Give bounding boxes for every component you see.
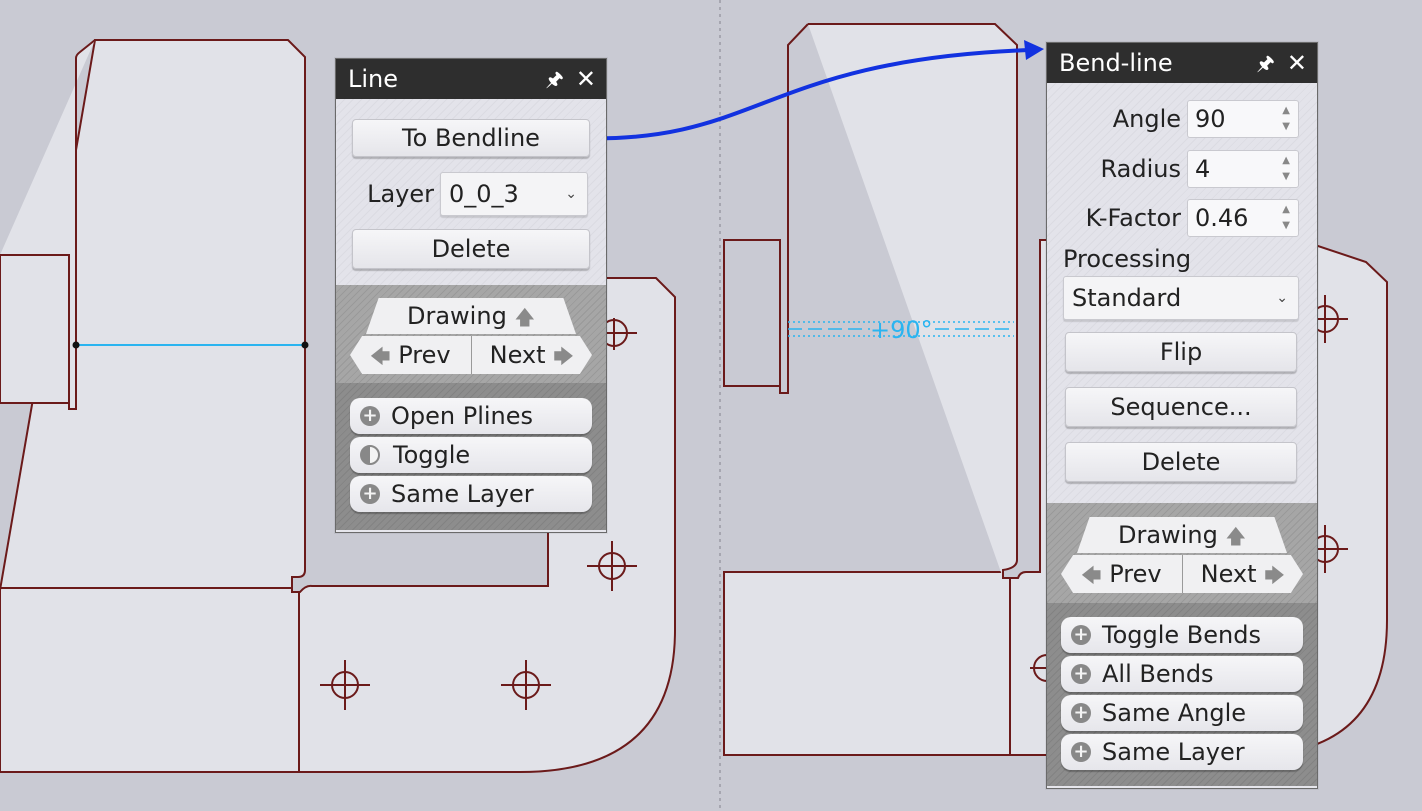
- bendline-panel-titlebar[interactable]: Bend-line 🖈 ✕: [1047, 43, 1317, 83]
- sequence-button[interactable]: Sequence...: [1065, 387, 1297, 427]
- spin-up-icon[interactable]: ▲: [1282, 205, 1290, 215]
- next-button[interactable]: Next 🡆: [1183, 555, 1304, 593]
- plus-circle-icon: +: [1071, 742, 1091, 762]
- chevron-down-icon: ⌄: [565, 186, 577, 202]
- list-item-label: Same Layer: [1102, 738, 1245, 766]
- arrow-left-icon: 🡄: [369, 344, 391, 368]
- list-item-label: Same Angle: [1102, 699, 1247, 727]
- flip-button[interactable]: Flip: [1065, 332, 1297, 372]
- plus-circle-icon: +: [1071, 625, 1091, 645]
- line-panel-titlebar[interactable]: Line 🖈 ✕: [336, 59, 606, 99]
- spin-up-icon[interactable]: ▲: [1282, 156, 1290, 166]
- chevron-down-icon: ⌄: [1276, 290, 1288, 306]
- line-endpoint-right: [301, 341, 309, 349]
- plus-circle-icon: +: [1071, 664, 1091, 684]
- list-item-label: Toggle Bends: [1102, 621, 1261, 649]
- drawing-label: Drawing: [407, 302, 507, 330]
- processing-select[interactable]: Standard ⌄: [1063, 276, 1299, 320]
- kfactor-row: K-Factor 0.46 ▲ ▼: [1063, 198, 1301, 238]
- line-panel-title: Line: [348, 65, 399, 93]
- list-item-toggle[interactable]: Toggle: [350, 437, 592, 473]
- list-item-same-layer[interactable]: + Same Layer: [1061, 734, 1303, 770]
- radius-row: Radius 4 ▲ ▼: [1063, 149, 1301, 189]
- list-item-open-plines[interactable]: + Open Plines: [350, 398, 592, 434]
- half-circle-icon: [360, 445, 380, 465]
- kfactor-label: K-Factor: [1085, 204, 1181, 232]
- line-endpoint-left: [72, 341, 80, 349]
- bendline-properties: Angle 90 ▲ ▼ Radius 4 ▲ ▼ K-Factor 0.46 ▲ ▼ Pr…: [1047, 83, 1317, 503]
- spin-down-icon[interactable]: ▼: [1282, 172, 1290, 182]
- angle-value: 90: [1195, 105, 1226, 133]
- processing-label: Processing: [1063, 245, 1192, 273]
- layer-label: Layer: [367, 180, 434, 208]
- close-icon[interactable]: ✕: [1287, 51, 1307, 75]
- spin-down-icon[interactable]: ▼: [1282, 221, 1290, 231]
- list-item-label: Open Plines: [391, 402, 534, 430]
- delete-button[interactable]: Delete: [352, 229, 590, 269]
- next-label: Next: [1200, 560, 1257, 588]
- arrow-right-icon: 🡆: [1264, 563, 1285, 587]
- bendline-selection-list: + Toggle Bends + All Bends + Same Angle + Sa…: [1047, 603, 1317, 786]
- list-item-all-bends[interactable]: + All Bends: [1061, 656, 1303, 692]
- angle-input[interactable]: 90 ▲ ▼: [1187, 100, 1299, 138]
- arrow-up-icon: 🡅: [1225, 524, 1246, 548]
- list-item-label: Same Layer: [391, 480, 534, 508]
- list-item-same-layer[interactable]: + Same Layer: [350, 476, 592, 512]
- pin-icon[interactable]: 🖈: [1256, 53, 1275, 73]
- prev-label: Prev: [398, 341, 451, 369]
- prev-label: Prev: [1109, 560, 1162, 588]
- next-button[interactable]: Next 🡆: [472, 336, 593, 374]
- plus-circle-icon: +: [1071, 703, 1091, 723]
- layer-row: Layer 0_0_3 ⌄: [352, 171, 590, 217]
- delete-button[interactable]: Delete: [1065, 442, 1297, 482]
- radius-label: Radius: [1100, 155, 1181, 183]
- prev-button[interactable]: 🡄 Prev: [1061, 555, 1182, 593]
- bendline-navigation: Drawing 🡅 🡄 Prev Next 🡆: [1047, 503, 1317, 603]
- arrow-up-icon: 🡅: [514, 305, 535, 329]
- list-item-label: Toggle: [393, 441, 471, 469]
- line-panel-actions: To Bendline Layer 0_0_3 ⌄ Delete: [336, 99, 606, 285]
- bendline-panel-title: Bend-line: [1059, 49, 1173, 77]
- prev-next-bar: 🡄 Prev Next 🡆: [350, 336, 592, 374]
- spin-up-icon[interactable]: ▲: [1282, 106, 1290, 116]
- bend-angle-annotation: +90°: [870, 316, 933, 344]
- radius-value: 4: [1195, 155, 1211, 183]
- drawing-label: Drawing: [1118, 521, 1218, 549]
- layer-select[interactable]: 0_0_3 ⌄: [440, 172, 588, 216]
- drawing-button[interactable]: Drawing 🡅: [366, 298, 576, 334]
- arrow-right-icon: 🡆: [553, 344, 574, 368]
- angle-label: Angle: [1112, 105, 1181, 133]
- close-icon[interactable]: ✕: [576, 67, 596, 91]
- to-bendline-button[interactable]: To Bendline: [352, 119, 590, 157]
- next-label: Next: [489, 341, 546, 369]
- list-item-same-angle[interactable]: + Same Angle: [1061, 695, 1303, 731]
- kfactor-value: 0.46: [1195, 204, 1249, 232]
- list-item-toggle-bends[interactable]: + Toggle Bends: [1061, 617, 1303, 653]
- processing-value: Standard: [1072, 284, 1182, 312]
- pin-icon[interactable]: 🖈: [545, 69, 564, 89]
- radius-input[interactable]: 4 ▲ ▼: [1187, 150, 1299, 188]
- plus-circle-icon: +: [360, 406, 380, 426]
- left-tab: [0, 254, 70, 404]
- drawing-button[interactable]: Drawing 🡅: [1077, 517, 1287, 553]
- layer-value: 0_0_3: [449, 180, 519, 208]
- list-item-label: All Bends: [1102, 660, 1214, 688]
- plus-circle-icon: +: [360, 484, 380, 504]
- spin-down-icon[interactable]: ▼: [1282, 122, 1290, 132]
- bendline-panel: Bend-line 🖈 ✕ Angle 90 ▲ ▼ Radius 4 ▲ ▼ K-Fa…: [1046, 42, 1318, 789]
- line-panel-selection-list: + Open Plines Toggle + Same Layer: [336, 383, 606, 530]
- line-panel: Line 🖈 ✕ To Bendline Layer 0_0_3 ⌄ Delet…: [335, 58, 607, 533]
- arrow-left-icon: 🡄: [1080, 563, 1102, 587]
- angle-row: Angle 90 ▲ ▼: [1063, 99, 1301, 139]
- kfactor-input[interactable]: 0.46 ▲ ▼: [1187, 199, 1299, 237]
- prev-button[interactable]: 🡄 Prev: [350, 336, 471, 374]
- prev-next-bar: 🡄 Prev Next 🡆: [1061, 555, 1303, 593]
- line-panel-navigation: Drawing 🡅 🡄 Prev Next 🡆: [336, 285, 606, 383]
